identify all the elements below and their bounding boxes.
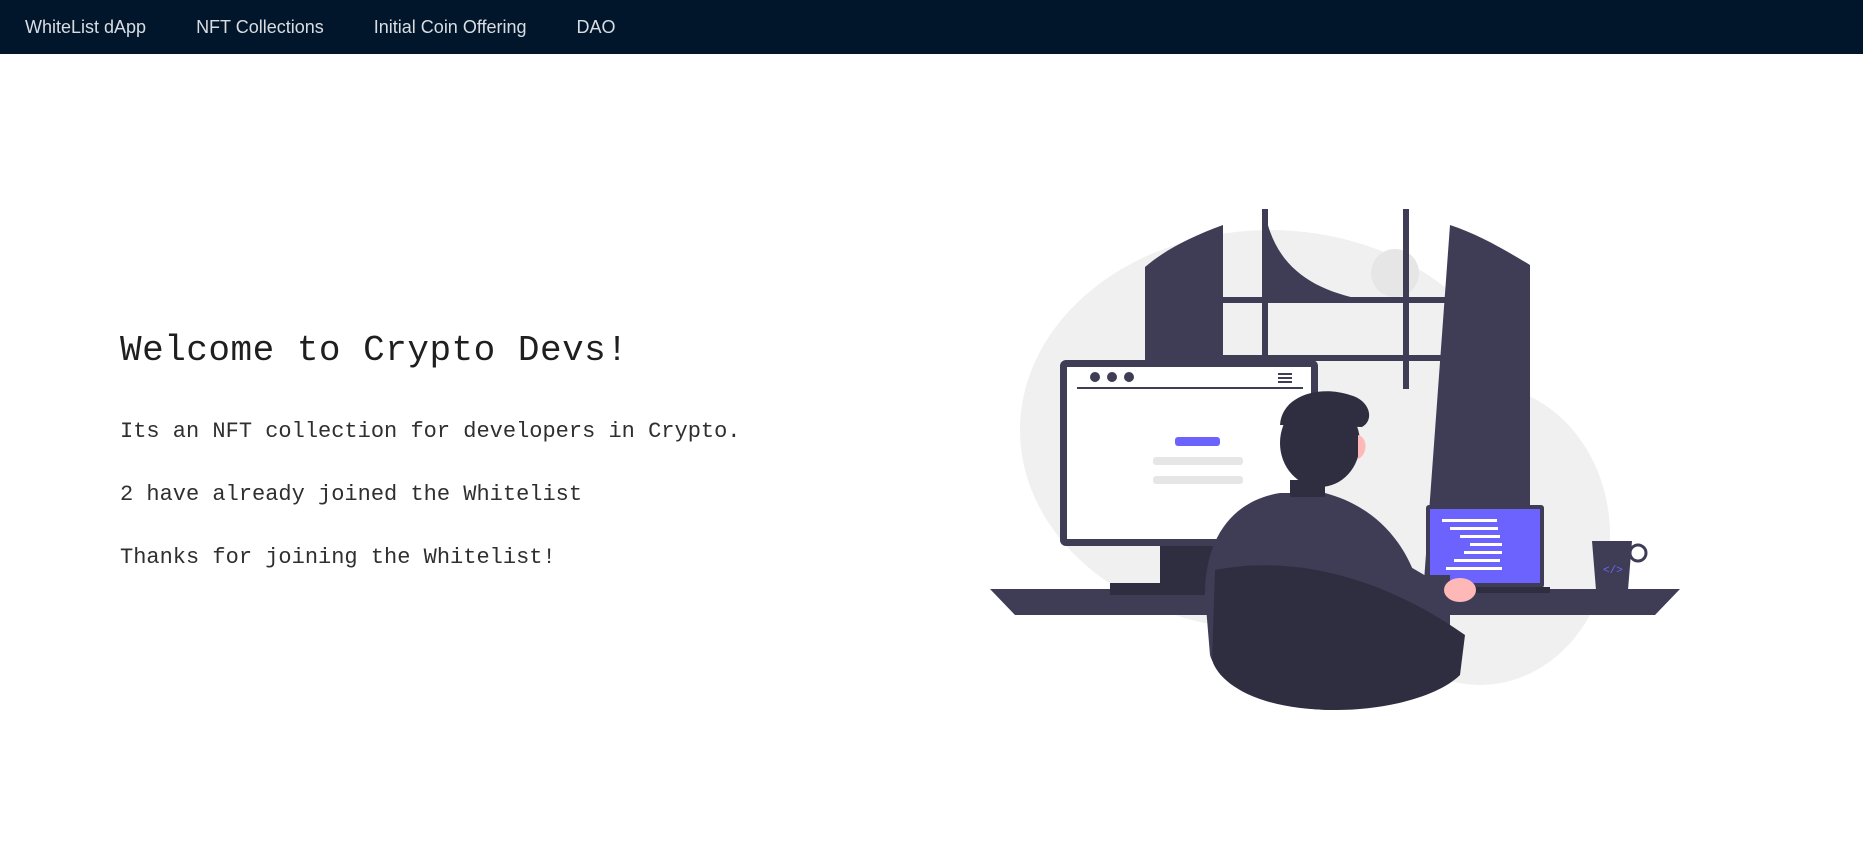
nav-link-nft-collections[interactable]: NFT Collections	[196, 17, 324, 38]
page-title: Welcome to Crypto Devs!	[120, 330, 629, 371]
nav-link-initial-coin-offering[interactable]: Initial Coin Offering	[374, 17, 527, 38]
background-dot	[1371, 249, 1419, 297]
nav-link-whitelist-dapp[interactable]: WhiteList dApp	[25, 17, 146, 38]
menu-icon-line-1	[1278, 373, 1292, 375]
screen-placeholder-line-1	[1153, 457, 1243, 465]
screen-placeholder-line-2	[1153, 476, 1243, 484]
developer-illustration-svg: </>	[990, 209, 1680, 710]
mug-handle	[1628, 543, 1648, 563]
window-dot-3	[1124, 372, 1134, 382]
menu-icon-line-2	[1278, 377, 1292, 379]
window-mullion-vertical-2	[1262, 209, 1268, 359]
main-content: Welcome to Crypto Devs! Its an NFT colle…	[120, 330, 741, 608]
developer-at-desk-illustration: </>	[990, 205, 1690, 725]
window-dot-1	[1090, 372, 1100, 382]
top-navbar: WhiteList dApp NFT Collections Initial C…	[0, 0, 1863, 54]
person-hand	[1444, 578, 1476, 602]
window-mullion-horizontal	[1223, 297, 1450, 303]
whitelist-status-message: Thanks for joining the Whitelist!	[120, 545, 556, 570]
left-curtain	[1145, 225, 1223, 360]
collection-description: Its an NFT collection for developers in …	[120, 419, 741, 444]
nav-link-dao[interactable]: DAO	[577, 17, 616, 38]
browser-divider	[1077, 387, 1303, 389]
screen-accent-button	[1175, 437, 1220, 446]
whitelist-count-text: 2 have already joined the Whitelist	[120, 482, 583, 507]
window-dot-2	[1107, 372, 1117, 382]
menu-icon-line-3	[1278, 381, 1292, 383]
mug-code-glyph: </>	[1603, 565, 1623, 577]
